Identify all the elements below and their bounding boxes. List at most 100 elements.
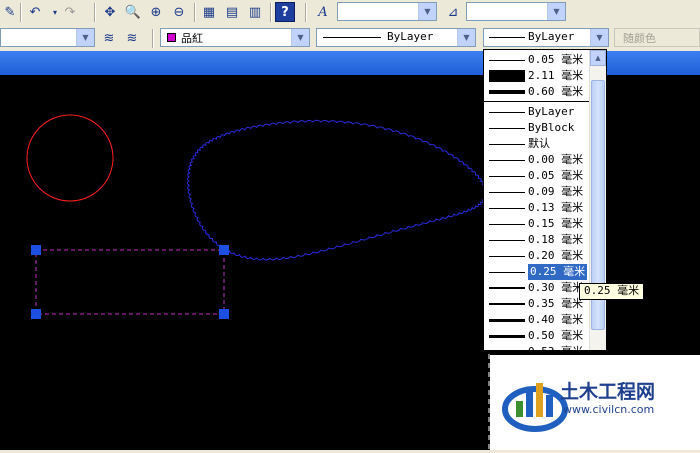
lineweight-option[interactable]: 0.40 毫米 (484, 312, 590, 328)
lineweight-option-label: ByBlock (528, 121, 575, 134)
lineweight-option-label: 0.18 毫米 (528, 233, 584, 246)
lineweight-swatch (489, 70, 525, 82)
lineweight-option-label: 0.50 毫米 (528, 329, 584, 342)
lineweight-option[interactable]: 0.05 毫米 (484, 52, 590, 68)
lineweight-option-label: 0.00 毫米 (528, 153, 584, 166)
watermark-title: 土木工程网 (560, 381, 656, 403)
scroll-up-icon[interactable]: ▲ (590, 50, 606, 66)
chevron-down-icon[interactable]: ▼ (457, 29, 475, 46)
list-separator (484, 101, 590, 102)
design-center-icon[interactable]: ▤ (222, 2, 242, 22)
revision-cloud-object[interactable] (186, 119, 488, 261)
lineweight-option[interactable]: 2.11 毫米 (484, 68, 590, 84)
lineweight-option[interactable]: 0.13 毫米 (484, 200, 590, 216)
lineweight-option-label: 0.20 毫米 (528, 249, 584, 262)
dimension-style-icon[interactable]: ⊿ (443, 2, 463, 22)
zoom-previous-icon[interactable]: ⊖ (169, 2, 189, 22)
chevron-down-icon[interactable]: ▼ (418, 3, 436, 20)
help-icon[interactable]: ? (275, 2, 295, 22)
lineweight-swatch (489, 208, 525, 209)
lineweight-swatch (489, 287, 525, 289)
lineweight-option[interactable]: 0.20 毫米 (484, 248, 590, 264)
color-combo[interactable]: 品紅 ▼ (160, 28, 310, 47)
toolbar-separator (270, 3, 272, 22)
plotstyle-combo[interactable]: 随颜色 (614, 28, 700, 47)
lineweight-swatch (489, 335, 525, 338)
lineweight-option-label: 默认 (528, 137, 550, 150)
lineweight-tooltip: 0.25 毫米 (579, 283, 645, 300)
undo-icon[interactable]: ↶ (25, 2, 45, 22)
lineweight-swatch (489, 319, 525, 322)
grip-handle[interactable] (31, 309, 41, 319)
lineweight-option[interactable]: 0.35 毫米 (484, 296, 590, 312)
lineweight-option[interactable]: ByBlock (484, 120, 590, 136)
chevron-down-icon[interactable]: ▼ (76, 29, 94, 46)
lineweight-option[interactable]: 0.30 毫米 (484, 280, 590, 296)
linetype-combo[interactable]: ByLayer ▼ (316, 28, 476, 47)
chevron-down-icon[interactable]: ▼ (590, 29, 608, 46)
lineweight-option-label: 0.53 毫米 (528, 344, 583, 350)
pencil-icon[interactable]: ✎ (0, 2, 20, 22)
zoom-window-icon[interactable]: ⊕ (146, 2, 166, 22)
make-current-layer-icon[interactable]: ≋ (99, 28, 119, 48)
lineweight-option-label: 0.30 毫米 (528, 281, 584, 294)
lineweight-option-label: 0.05 毫米 (528, 169, 584, 182)
circle-object[interactable] (26, 114, 114, 202)
lineweight-option-label: 0.05 毫米 (528, 53, 584, 66)
redo-icon[interactable]: ↷ (60, 2, 80, 22)
lineweight-option-label: 0.13 毫米 (528, 201, 584, 214)
lineweight-option[interactable]: 0.15 毫米 (484, 216, 590, 232)
vertical-scrollbar[interactable]: ▲ (589, 50, 606, 350)
lineweight-option[interactable]: ByLayer (484, 104, 590, 120)
linetype-value: ByLayer (387, 30, 434, 43)
lineweight-dropdown-list[interactable]: 0.05 毫米 2.11 毫米 0.60 毫米 ByLayer ByBlock 默认 0.0… (483, 49, 607, 351)
lineweight-swatch (489, 144, 525, 145)
lineweight-option[interactable]: 0.25 毫米 (484, 264, 590, 280)
logo-icon (502, 383, 568, 432)
lineweight-option-label: 0.09 毫米 (528, 185, 584, 198)
lineweight-option[interactable]: 0.09 毫米 (484, 184, 590, 200)
selected-rectangle-object[interactable] (35, 249, 225, 315)
text-style-combo[interactable]: ▼ (337, 2, 437, 21)
toolbar-separator (305, 3, 307, 22)
pan-icon[interactable]: ✥ (100, 2, 120, 22)
layer-previous-icon[interactable]: ≋ (122, 28, 142, 48)
chevron-down-icon[interactable]: ▼ (547, 3, 565, 20)
chevron-down-icon[interactable]: ▼ (291, 29, 309, 46)
properties-icon[interactable]: ▦ (199, 2, 219, 22)
lineweight-option-label: 0.25 毫米 (528, 264, 588, 280)
grip-handle[interactable] (31, 245, 41, 255)
lineweight-option[interactable]: 0.60 毫米 (484, 84, 590, 100)
lineweight-combo[interactable]: ByLayer ▼ (483, 28, 609, 47)
color-swatch (167, 33, 176, 42)
zoom-realtime-icon[interactable]: 🔍 (123, 2, 143, 22)
lineweight-swatch (489, 112, 525, 113)
toolbar-separator (152, 29, 154, 48)
toolbar-separator (20, 3, 22, 22)
lineweight-swatch (489, 176, 525, 177)
grip-handle[interactable] (219, 245, 229, 255)
layer-combo[interactable]: ▼ (0, 28, 95, 47)
lineweight-swatch (489, 90, 525, 94)
lineweight-swatch (489, 240, 525, 241)
lineweight-option-label: 0.35 毫米 (528, 297, 584, 310)
text-style-icon[interactable]: A (313, 2, 333, 22)
lineweight-option-label: 0.15 毫米 (528, 217, 584, 230)
plotstyle-value: 随颜色 (623, 32, 656, 45)
dim-style-combo[interactable]: ▼ (466, 2, 566, 21)
lineweight-option-label: 0.40 毫米 (528, 313, 584, 326)
lineweight-swatch (489, 272, 525, 273)
lineweight-option[interactable]: 0.50 毫米 (484, 328, 590, 344)
lineweight-option[interactable]: 0.53 毫米 (484, 344, 590, 350)
watermark-url: www.civilcn.com (563, 403, 655, 416)
lineweight-swatch (489, 224, 525, 225)
lineweight-option[interactable]: 0.05 毫米 (484, 168, 590, 184)
lineweight-option-label: 2.11 毫米 (528, 69, 584, 82)
toolbar-separator (194, 3, 196, 22)
tool-palette-icon[interactable]: ▥ (245, 2, 265, 22)
lineweight-swatch (489, 303, 525, 305)
lineweight-option[interactable]: 0.18 毫米 (484, 232, 590, 248)
lineweight-option[interactable]: 0.00 毫米 (484, 152, 590, 168)
grip-handle[interactable] (219, 309, 229, 319)
lineweight-option[interactable]: 默认 (484, 136, 590, 152)
